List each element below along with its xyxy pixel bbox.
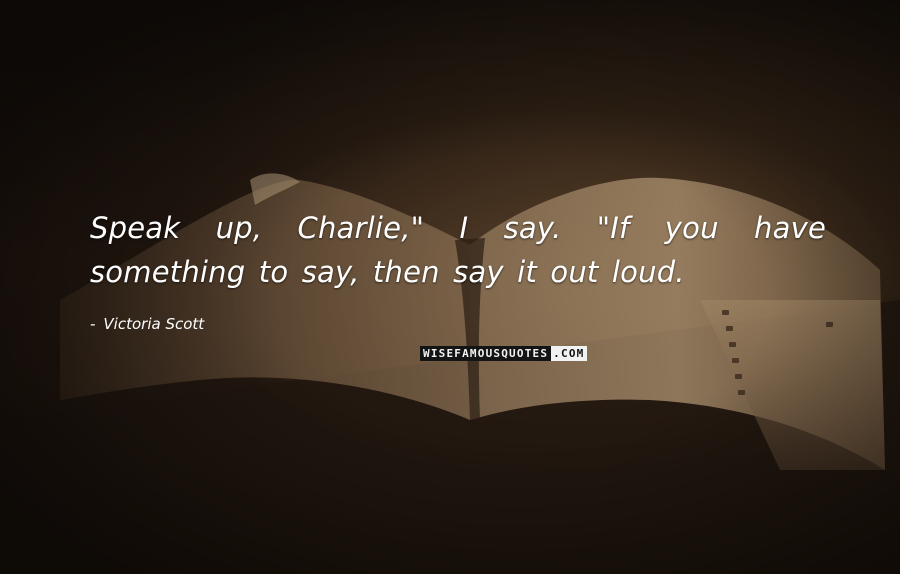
- watermark-logo: WISEFAMOUSQUOTES .COM: [420, 346, 620, 361]
- author-line: - Victoria Scott: [90, 314, 204, 334]
- author-name: Victoria Scott: [103, 315, 205, 333]
- quote-text: Speak up, Charlie," I say. "If you have …: [90, 211, 826, 289]
- watermark-tld-text: .COM: [551, 346, 588, 361]
- watermark-main-text: WISEFAMOUSQUOTES: [420, 346, 552, 361]
- author-dash: -: [90, 315, 96, 333]
- quote-image: Speak up, Charlie," I say. "If you have …: [0, 0, 900, 574]
